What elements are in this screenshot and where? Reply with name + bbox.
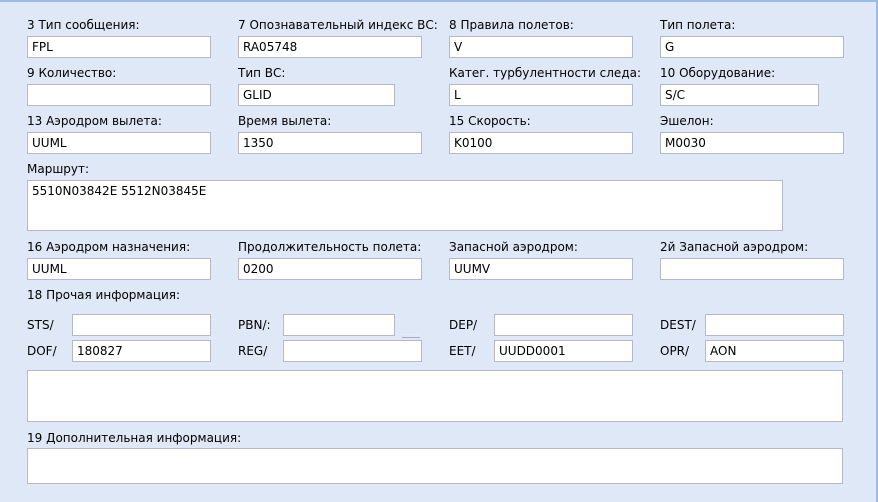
flight-type-label: Тип полета: xyxy=(660,18,736,32)
dof-input[interactable] xyxy=(72,340,211,362)
level-input[interactable] xyxy=(660,132,844,154)
level-label: Эшелон: xyxy=(660,114,714,128)
alt-aerodrome-label: Запасной аэродром: xyxy=(449,240,578,254)
eet-input[interactable] xyxy=(494,340,633,362)
other-info-label: 18 Прочая информация: xyxy=(27,288,181,302)
alt2-aerodrome-input[interactable] xyxy=(660,258,844,280)
opr-input[interactable] xyxy=(705,340,844,362)
aircraft-type-label: Тип ВС: xyxy=(238,66,286,80)
equipment-input[interactable] xyxy=(660,84,819,106)
alt-aerodrome-input[interactable] xyxy=(449,258,633,280)
pbn-resize-handle[interactable] xyxy=(402,334,420,338)
dest-aerodrome-input[interactable] xyxy=(27,258,211,280)
route-textarea[interactable]: 5510N03842E 5512N03845E xyxy=(27,180,783,231)
sts-input[interactable] xyxy=(72,314,211,336)
eet-label: EET/ xyxy=(449,344,476,358)
msg-type-label: 3 Тип сообщения: xyxy=(27,18,140,32)
reg-input[interactable] xyxy=(283,340,422,362)
other-info-textarea[interactable] xyxy=(27,370,843,422)
dep-aerodrome-label: 13 Аэродром вылета: xyxy=(27,114,162,128)
pbn-label: PBN/: xyxy=(238,318,271,332)
flight-type-input[interactable] xyxy=(660,36,844,58)
top-border xyxy=(0,0,878,2)
supplementary-info-textarea[interactable] xyxy=(27,448,843,484)
sts-label: STS/ xyxy=(27,318,54,332)
quantity-input[interactable] xyxy=(27,84,211,106)
flight-rules-input[interactable] xyxy=(449,36,633,58)
flight-rules-label: 8 Правила полетов: xyxy=(449,18,574,32)
pbn-input[interactable] xyxy=(283,314,395,336)
wake-category-input[interactable] xyxy=(449,84,633,106)
msg-type-input[interactable] xyxy=(27,36,211,58)
dof-label: DOF/ xyxy=(27,344,57,358)
speed-label: 15 Скорость: xyxy=(449,114,531,128)
aircraft-id-input[interactable] xyxy=(238,36,422,58)
dep-time-label: Время вылета: xyxy=(238,114,332,128)
dep-label: DEP/ xyxy=(449,318,478,332)
opr-label: OPR/ xyxy=(660,344,690,358)
supplementary-info-label: 19 Дополнительная информация: xyxy=(27,431,242,445)
aircraft-id-label: 7 Опознавательный индекс ВС: xyxy=(238,18,438,32)
aircraft-type-input[interactable] xyxy=(238,84,395,106)
duration-label: Продолжительность полета: xyxy=(238,240,422,254)
reg-label: REG/ xyxy=(238,344,268,358)
equipment-label: 10 Оборудование: xyxy=(660,66,776,80)
wake-category-label: Катег. турбулентности следа: xyxy=(449,66,642,80)
dest-aerodrome-label: 16 Аэродром назначения: xyxy=(27,240,191,254)
alt2-aerodrome-label: 2й Запасной аэродром: xyxy=(660,240,809,254)
dep-time-input[interactable] xyxy=(238,132,422,154)
dest-input[interactable] xyxy=(705,314,844,336)
speed-input[interactable] xyxy=(449,132,633,154)
dest-label: DEST/ xyxy=(660,318,696,332)
quantity-label: 9 Количество: xyxy=(27,66,117,80)
dep-aerodrome-input[interactable] xyxy=(27,132,211,154)
dep-input[interactable] xyxy=(494,314,633,336)
duration-input[interactable] xyxy=(238,258,422,280)
route-label: Маршрут: xyxy=(27,162,90,176)
